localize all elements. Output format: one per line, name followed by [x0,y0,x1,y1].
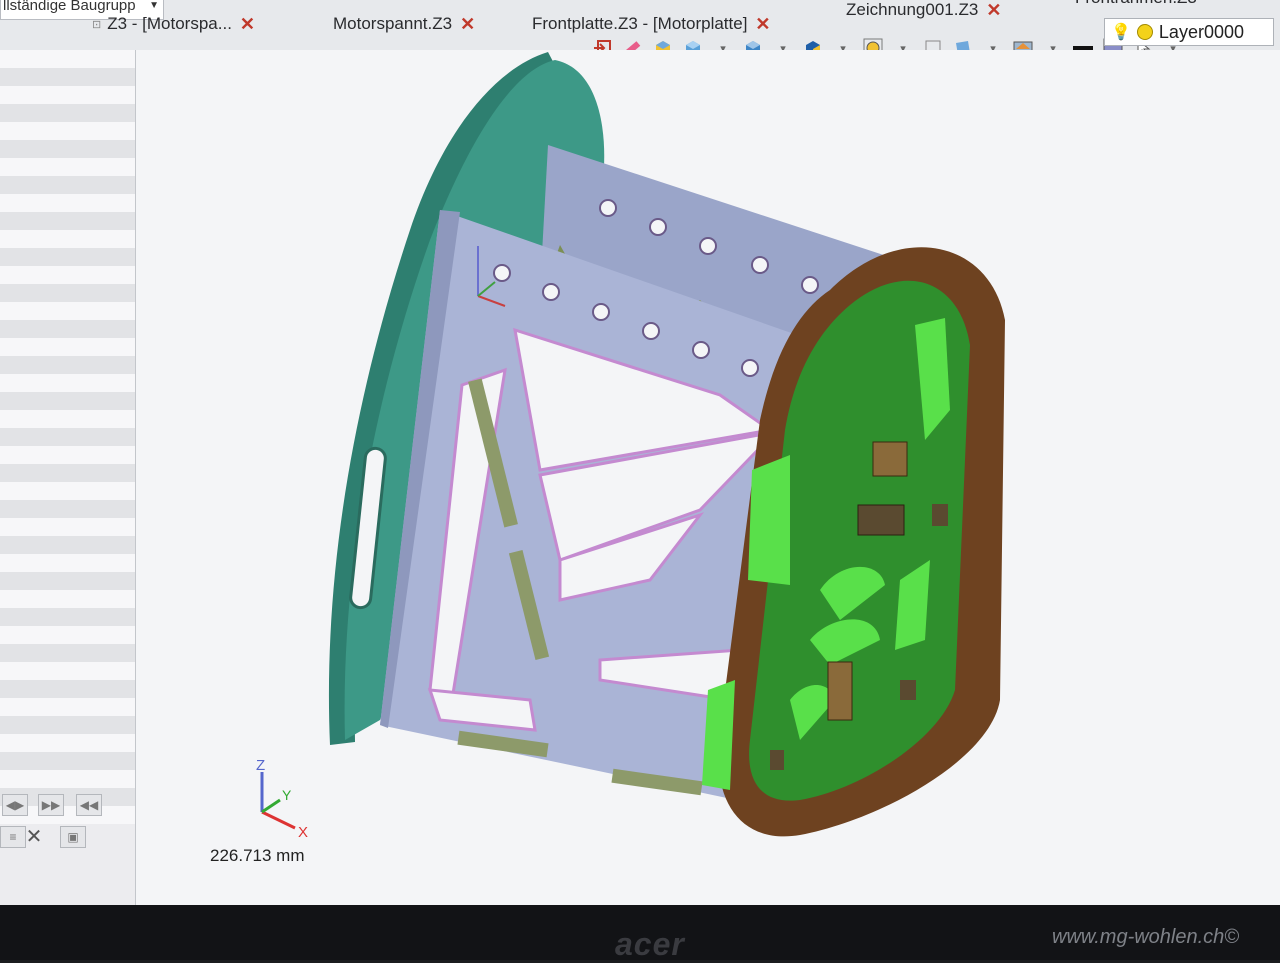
axis-label-z: Z [256,757,265,774]
watermark: www.mg-wohlen.ch© [1052,926,1240,948]
axis-label-y: Y [282,787,292,803]
axis-label-x: X [298,824,308,841]
assembly-model[interactable]: Z Y X [0,0,1280,905]
cad-screen: llständige Baugrupp ▼ ⊡ Z3 - [Motorspa..… [0,0,1280,905]
monitor-brand-logo: acer [615,926,685,962]
scale-readout: 226.713 mm [210,846,305,865]
